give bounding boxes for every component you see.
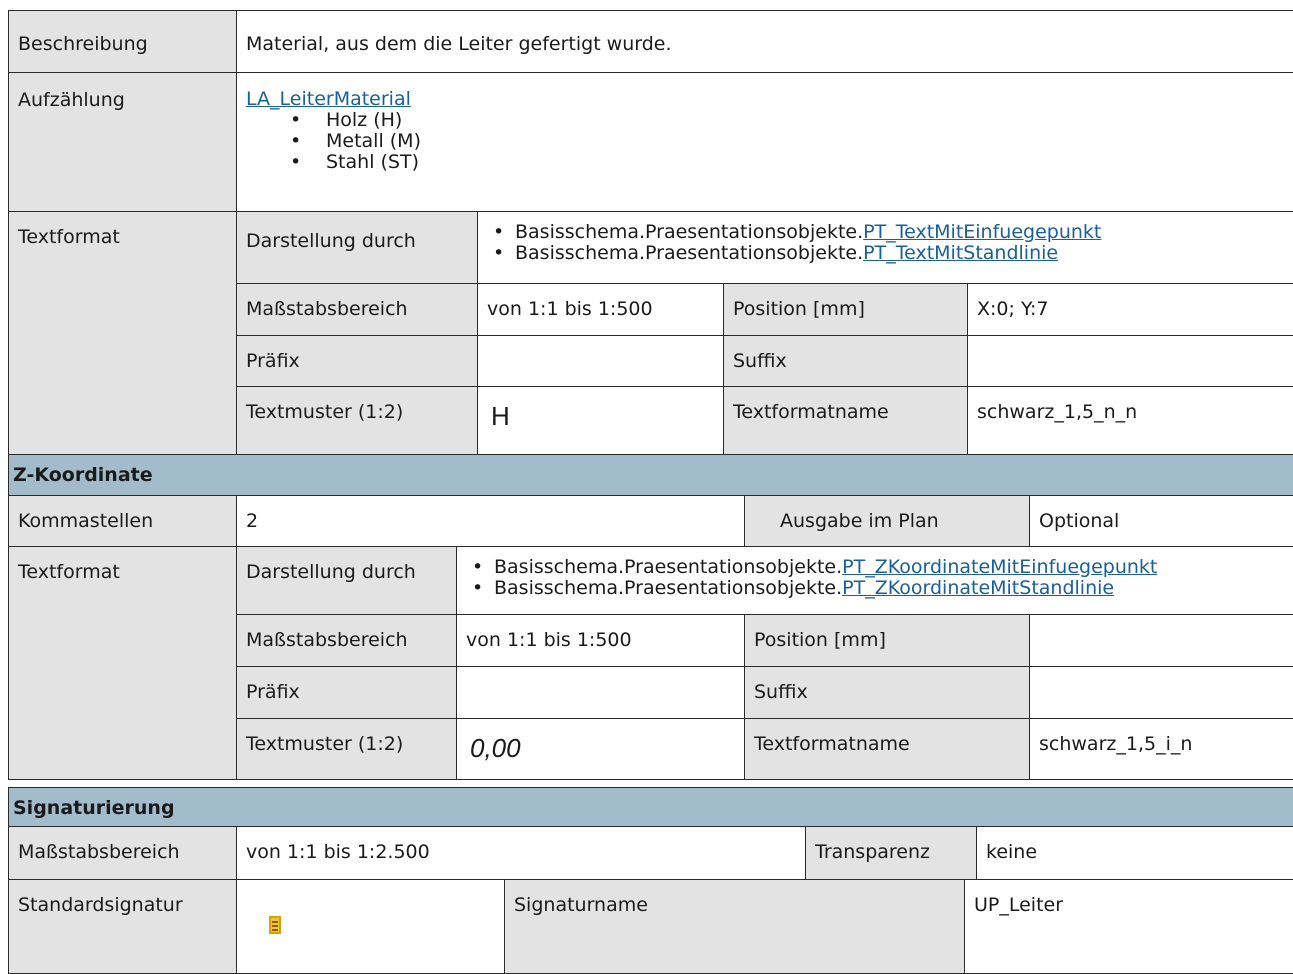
list-item: • Holz (H) [290, 109, 403, 131]
ausgabe-value: Optional [1029, 495, 1293, 547]
darstellung-label: Darstellung durch [236, 211, 478, 284]
z-darstellung-link-2[interactable]: PT_ZKoordinateMitStandlinie [842, 577, 1114, 599]
massstab-value: von 1:1 bis 1:500 [477, 283, 724, 336]
z-suffix-label: Suffix [744, 666, 1030, 719]
z-darstellung-link-1[interactable]: PT_ZKoordinateMitEinfuegepunkt [842, 556, 1157, 578]
aufzaehlung-label: Aufzählung [8, 72, 237, 212]
list-item: • Metall (M) [290, 130, 421, 152]
darstellung-value: • Basisschema.Praesentationsobjekte.PT_Te… [477, 211, 1293, 284]
z-textformatname-value: schwarz_1,5_i_n [1029, 718, 1293, 780]
ausgabe-label: Ausgabe im Plan [744, 495, 1030, 547]
z-darstellung-value: • Basisschema.Praesentationsobjekte.PT_ZK… [456, 546, 1293, 615]
beschreibung-label: Beschreibung [8, 10, 237, 73]
z-position-value [1029, 614, 1293, 667]
praefix-value [477, 335, 724, 387]
enum-link[interactable]: LA_LeiterMaterial [246, 88, 411, 110]
kommastellen-value: 2 [236, 495, 745, 547]
position-label: Position [mm] [723, 283, 968, 336]
signaturname-label: Signaturname [504, 879, 965, 974]
suffix-label: Suffix [723, 335, 968, 387]
signaturname-value: UP_Leiter [964, 879, 1293, 974]
z-textmuster-value: 0,00 [456, 718, 745, 780]
z-darstellung-label: Darstellung durch [236, 546, 457, 615]
suffix-value [967, 335, 1293, 387]
sig-massstab-label: Maßstabsbereich [8, 826, 237, 880]
standardsignatur-label: Standardsignatur [8, 879, 237, 974]
z-textformatname-label: Textformatname [744, 718, 1030, 780]
z-text-sample: 0,00 [470, 733, 521, 763]
kommastellen-label: Kommastellen [8, 495, 237, 547]
z-praefix-label: Präfix [236, 666, 457, 719]
z-praefix-value [456, 666, 745, 719]
ladder-icon [269, 916, 281, 934]
transparenz-label: Transparenz [805, 826, 977, 880]
praefix-label: Präfix [236, 335, 478, 387]
darstellung-link-2[interactable]: PT_TextMitStandlinie [863, 242, 1058, 264]
position-value: X:0; Y:7 [967, 283, 1293, 336]
sig-massstab-value: von 1:1 bis 1:2.500 [236, 826, 806, 880]
darstellung-link-1[interactable]: PT_TextMitEinfuegepunkt [863, 221, 1101, 243]
massstab-label: Maßstabsbereich [236, 283, 478, 336]
z-massstab-label: Maßstabsbereich [236, 614, 457, 667]
section-signaturierung: Signaturierung [8, 787, 1293, 827]
z-textformat-label: Textformat [8, 546, 237, 780]
beschreibung-value: Material, aus dem die Leiter gefertigt w… [236, 10, 1293, 73]
z-textmuster-label: Textmuster (1:2) [236, 718, 457, 780]
text-sample: H [491, 401, 510, 431]
transparenz-value: keine [976, 826, 1293, 880]
textformat-label: Textformat [8, 211, 237, 473]
z-massstab-value: von 1:1 bis 1:500 [456, 614, 745, 667]
section-z-koordinate: Z-Koordinate [8, 454, 1293, 496]
z-position-label: Position [mm] [744, 614, 1030, 667]
aufzaehlung-value: LA_LeiterMaterial • Holz (H) • Metall (M) … [236, 72, 1293, 212]
list-item: • Stahl (ST) [290, 151, 420, 173]
z-suffix-value [1029, 666, 1293, 719]
